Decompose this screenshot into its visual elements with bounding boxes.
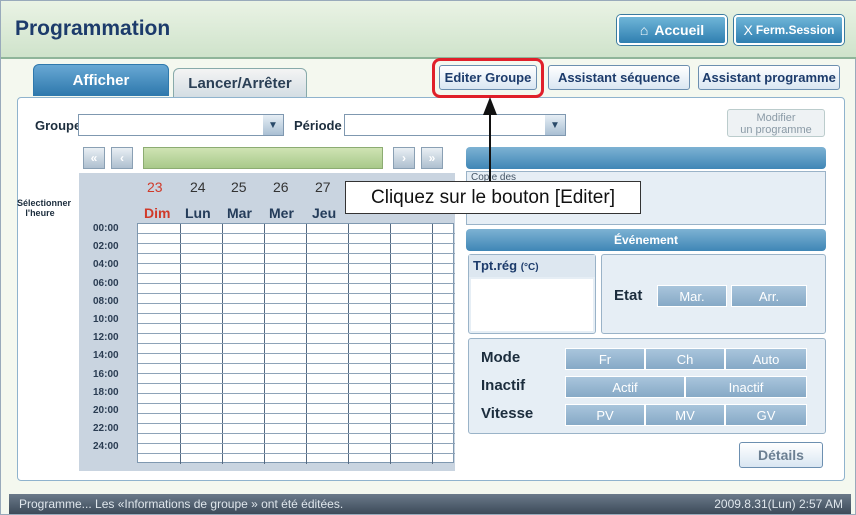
status-bar: Programme... Les «Informations de groupe… xyxy=(9,494,851,514)
status-datetime: 2009.8.31(Lun) 2:57 AM xyxy=(714,497,843,511)
callout-arrow xyxy=(483,97,497,181)
status-message: Programme... Les «Informations de groupe… xyxy=(19,497,344,511)
callout-box: Cliquez sur le bouton [Editer] xyxy=(345,181,641,214)
app-window: Programmation ⌂ Accueil X Ferm.Session A… xyxy=(0,0,856,515)
